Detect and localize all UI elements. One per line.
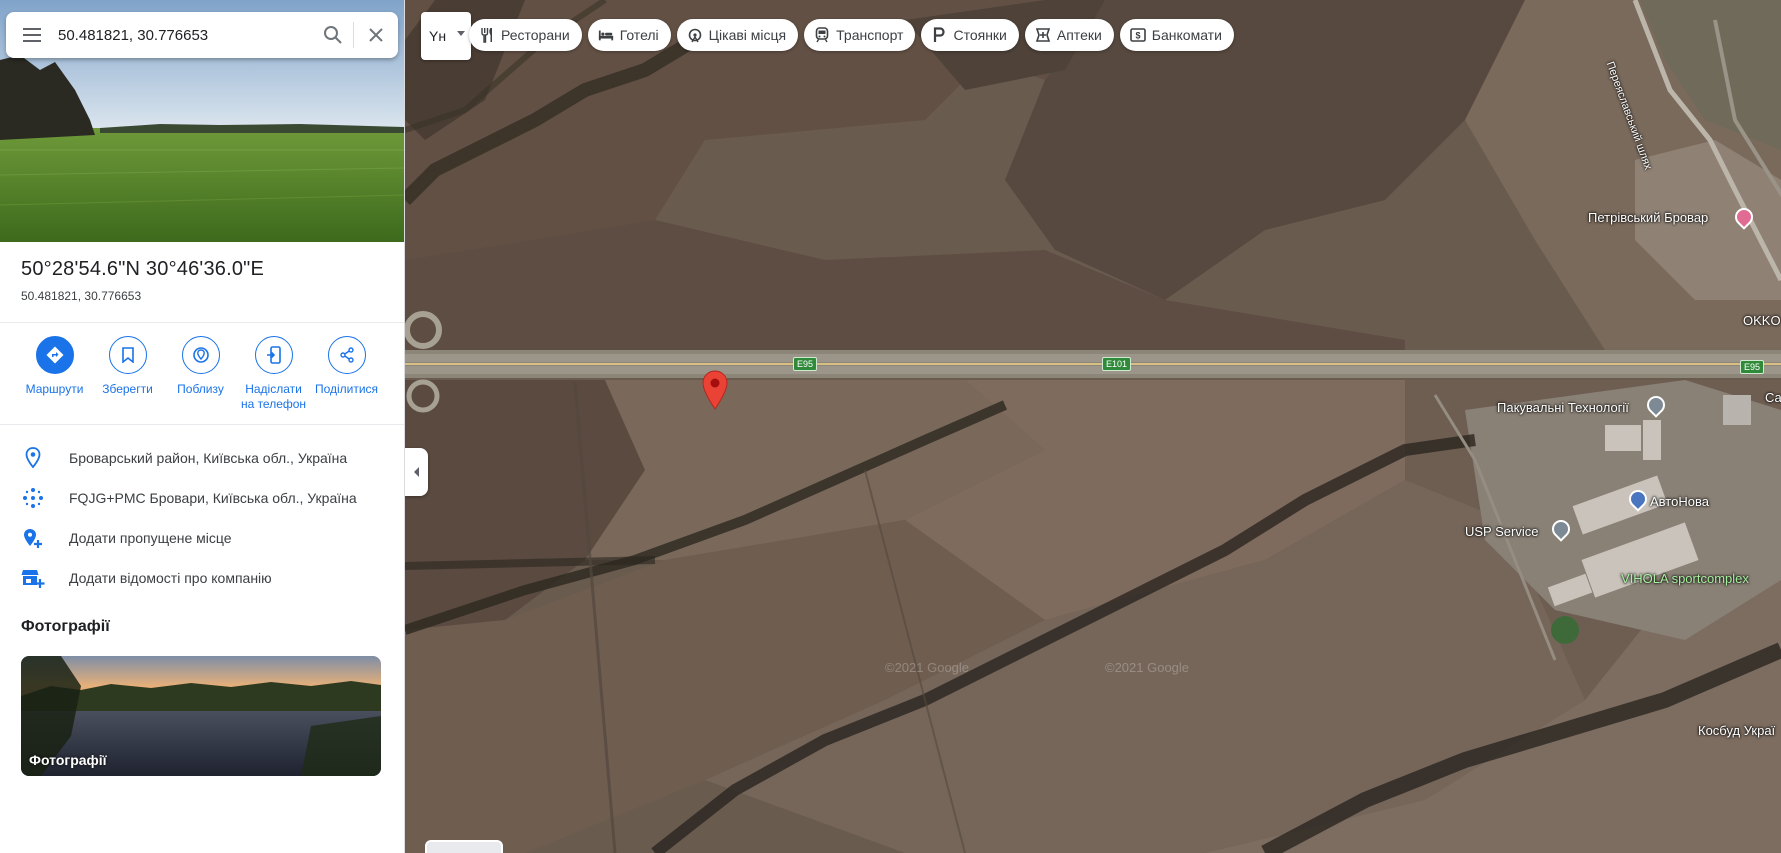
save-label: Зберегти xyxy=(102,382,153,396)
poi-label-avtonova[interactable]: АвтоНова xyxy=(1650,494,1709,509)
share-icon xyxy=(327,336,366,374)
chip-hotels[interactable]: Готелі xyxy=(587,19,671,51)
language-label: Yн xyxy=(429,28,447,44)
restaurant-icon xyxy=(479,27,495,43)
chip-atms[interactable]: $ Банкомати xyxy=(1119,19,1234,51)
info-address[interactable]: Броварський район, Київська обл., Україн… xyxy=(0,438,404,478)
atm-icon: $ xyxy=(1129,27,1146,43)
share-button[interactable]: Поділитися xyxy=(310,336,383,412)
send-to-phone-icon xyxy=(254,336,293,374)
info-add-business-text: Додати відомості про компанію xyxy=(69,570,272,586)
place-title: 50°28'54.6"N 30°46'36.0"E xyxy=(21,258,265,280)
add-place-icon xyxy=(20,526,46,550)
directions-label: Маршрути xyxy=(25,382,84,396)
bookmark-icon xyxy=(108,336,147,374)
search-box xyxy=(6,12,398,58)
chip-parking[interactable]: Стоянки xyxy=(921,19,1019,51)
language-switch-button[interactable]: Yн xyxy=(421,12,471,60)
hotel-icon xyxy=(598,27,614,43)
place-subtitle: 50.481821, 30.776653 xyxy=(21,289,142,303)
collapse-panel-button[interactable] xyxy=(405,448,428,496)
close-icon[interactable] xyxy=(354,12,398,58)
poi-label-petrivsky[interactable]: Петрівський Бровар xyxy=(1588,210,1708,225)
chip-label: Банкомати xyxy=(1151,27,1222,43)
action-bar: Маршрути Зберегти Поблизу Надіслати на т… xyxy=(18,336,383,412)
photos-heading: Фотографії xyxy=(21,618,110,635)
menu-icon[interactable] xyxy=(6,12,58,58)
location-marker-icon[interactable] xyxy=(702,370,728,410)
chip-transit[interactable]: Транспорт xyxy=(804,19,916,51)
chip-label: Цікаві місця xyxy=(708,27,787,43)
search-input[interactable] xyxy=(58,26,313,44)
nearby-button[interactable]: Поблизу xyxy=(164,336,237,412)
save-button[interactable]: Зберегти xyxy=(91,336,164,412)
map-watermark: ©2021 Google xyxy=(885,660,970,675)
chip-label: Стоянки xyxy=(953,27,1007,43)
poi-label-partial[interactable]: Са xyxy=(1765,390,1781,405)
nearby-icon xyxy=(181,336,220,374)
chevron-left-icon xyxy=(414,467,419,477)
directions-icon xyxy=(35,336,74,374)
poi-label-packaging[interactable]: Пакувальні Технології xyxy=(1497,400,1629,415)
info-plus-code-text: FQJG+PMC Бровари, Київська обл., Україна xyxy=(69,490,357,506)
chevron-down-icon xyxy=(457,31,465,36)
category-chips: Ресторани Готелі Цікаві місця Транспорт … xyxy=(469,19,1234,51)
road-shield-e95: E95 xyxy=(1740,360,1765,374)
info-add-business[interactable]: Додати відомості про компанію xyxy=(0,558,404,598)
add-business-icon xyxy=(20,566,46,590)
place-title-block: 50°28'54.6"N 30°46'36.0"E 50.481821, 30.… xyxy=(21,258,264,303)
info-list: Броварський район, Київська обл., Україн… xyxy=(0,438,404,598)
svg-text:$: $ xyxy=(1135,31,1140,41)
side-panel: 50°28'54.6"N 30°46'36.0"E 50.481821, 30.… xyxy=(0,0,405,853)
chip-attractions[interactable]: Цікаві місця xyxy=(676,19,799,51)
chip-restaurants[interactable]: Ресторани xyxy=(469,19,582,51)
pharmacy-icon xyxy=(1035,27,1051,43)
poi-label-kosbud[interactable]: Косбуд Украї xyxy=(1698,723,1775,738)
chip-label: Ресторани xyxy=(501,27,570,43)
photos-card-label: Фотографії xyxy=(29,752,107,768)
location-pin-icon xyxy=(20,446,46,470)
plus-code-icon xyxy=(20,486,46,510)
nearby-label: Поблизу xyxy=(177,382,224,396)
photos-card[interactable]: Фотографії xyxy=(21,656,381,776)
poi-label-vihola[interactable]: VIHOLA sportcomplex xyxy=(1621,571,1749,586)
chip-pharmacies[interactable]: Аптеки xyxy=(1024,19,1114,51)
poi-label-okko[interactable]: OKKO xyxy=(1743,313,1781,328)
info-add-missing-place[interactable]: Додати пропущене місце xyxy=(0,518,404,558)
satellite-imagery xyxy=(405,0,1781,853)
send-to-phone-label: Надіслати на телефон xyxy=(240,382,307,411)
map-watermark: ©2021 Google xyxy=(1105,660,1190,675)
send-to-phone-button[interactable]: Надіслати на телефон xyxy=(237,336,310,412)
layers-thumbnail[interactable] xyxy=(425,840,503,853)
search-icon[interactable] xyxy=(313,12,353,58)
parking-icon xyxy=(931,27,947,43)
divider xyxy=(0,322,404,323)
info-add-missing-place-text: Додати пропущене місце xyxy=(69,530,232,546)
chip-label: Аптеки xyxy=(1056,27,1102,43)
directions-button[interactable]: Маршрути xyxy=(18,336,91,412)
attractions-icon xyxy=(687,27,703,43)
share-label: Поділитися xyxy=(314,382,379,396)
road-shield-e101: E101 xyxy=(1102,357,1132,371)
chip-label: Транспорт xyxy=(836,27,904,43)
chip-label: Готелі xyxy=(619,27,659,43)
map-canvas[interactable]: ©2021 Google ©2021 Google E95 E101 E95 П… xyxy=(405,0,1781,853)
info-plus-code[interactable]: FQJG+PMC Бровари, Київська обл., Україна xyxy=(0,478,404,518)
divider xyxy=(0,424,404,425)
poi-label-usp[interactable]: USP Service xyxy=(1465,524,1538,539)
transit-icon xyxy=(814,27,830,43)
road-shield-e95: E95 xyxy=(793,357,818,371)
info-address-text: Броварський район, Київська обл., Україн… xyxy=(69,450,348,466)
